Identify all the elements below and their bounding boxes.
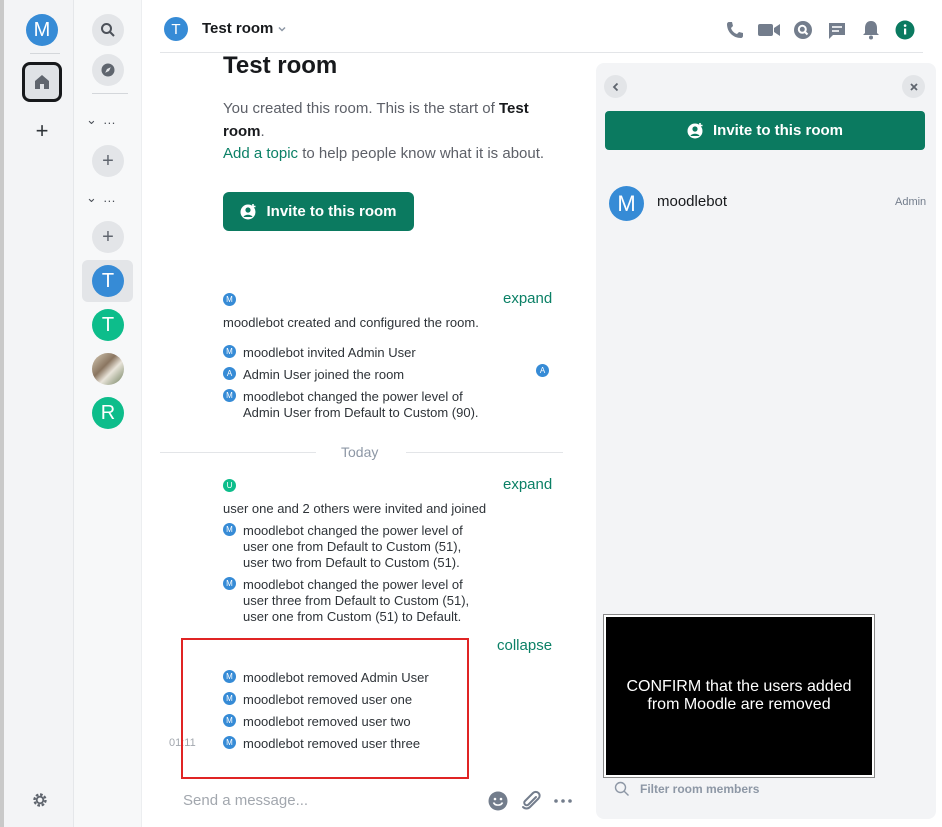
highlight-annotation-box [181,638,469,779]
room-avatar-photo[interactable] [92,353,124,385]
room-name: Test room [202,20,274,37]
member-avatar: M [609,186,644,221]
section-header-2[interactable]: ⌄ … [86,190,116,206]
event-avatar: M [223,293,236,306]
back-button[interactable] [604,75,627,98]
room-info-button[interactable] [892,17,918,43]
emoji-icon [488,791,508,811]
expand-link-2[interactable]: expand [503,476,552,493]
member-list-item[interactable]: M moodlebot Admin [605,183,927,223]
invite-button-label: Invite to this room [266,203,397,220]
read-receipt-avatar[interactable]: A [536,364,549,377]
chevron-down-icon [278,26,286,32]
add-topic-link[interactable]: Add a topic [223,145,298,162]
add-user-icon [687,122,703,138]
event-text: moodlebot invited Admin User [243,345,416,360]
event-text: Admin User joined the room [243,367,405,382]
quick-settings-button[interactable] [31,791,49,814]
member-role: Admin [895,196,927,208]
message-composer-input[interactable]: Send a message... [183,792,473,812]
section-label: … [102,112,116,127]
home-button[interactable] [22,62,62,102]
user-avatar[interactable]: M [26,14,58,46]
chevron-left-icon [612,82,618,91]
notifications-button[interactable] [858,17,884,43]
filter-placeholder: Filter room members [640,782,760,796]
threads-button[interactable] [824,17,850,43]
intro-prefix: You created this room. This is the start… [223,100,499,117]
expand-link-1[interactable]: expand [503,290,552,307]
ellipsis-icon [554,799,572,803]
room-avatar-r[interactable]: R [92,397,124,429]
event-avatar: M [223,389,236,402]
gear-icon [33,793,47,807]
event-text: moodlebot changed the power level of use… [243,523,463,570]
collapse-link[interactable]: collapse [497,637,552,654]
invite-button[interactable]: Invite to this room [223,192,414,231]
date-divider-right [406,452,563,453]
room-avatar-t[interactable]: T [92,309,124,341]
compass-icon [101,63,115,77]
create-space-button[interactable]: + [32,118,52,143]
member-name: moodlebot [657,193,728,210]
event-avatar: M [223,523,236,536]
room-intro-title: Test room [223,52,338,79]
intro-suffix: . [260,122,265,140]
divider [30,53,60,54]
search-icon [101,23,115,37]
event-avatar: M [223,345,236,358]
group-summary-2: user one and 2 others were invited and j… [223,501,487,516]
add-room-button-2[interactable]: + [92,221,124,253]
date-divider-left [160,452,316,453]
section-header-1[interactable]: ⌄ … [86,112,116,128]
close-panel-button[interactable] [902,75,925,98]
event-text: moodlebot changed the power level of use… [243,577,470,624]
chevron-down-icon: ⌄ [86,112,97,127]
video-call-button[interactable] [756,17,782,43]
search-button[interactable] [92,14,124,46]
date-separator: Today [341,444,379,460]
room-search-button[interactable] [790,17,816,43]
event-avatar: U [223,479,236,492]
threads-icon [829,23,845,39]
emoji-button[interactable] [488,791,508,816]
paperclip-icon [522,790,541,810]
bell-icon [863,21,879,40]
add-user-icon [240,203,256,219]
panel-invite-label: Invite to this room [712,122,843,139]
filter-members-input[interactable]: Filter room members [614,781,759,797]
explore-button[interactable] [92,54,124,86]
event-avatar: A [223,367,236,380]
event-text: moodlebot changed the power level of Adm… [243,389,479,420]
room-header-avatar[interactable]: T [164,17,188,41]
video-icon [758,24,780,36]
info-icon [895,20,915,40]
attach-button[interactable] [520,790,542,817]
annotation-overlay: CONFIRM that the users added from Moodle… [604,615,874,777]
voice-call-button[interactable] [722,17,748,43]
room-intro-text: You created this room. This is the start… [223,98,563,166]
room-name-button[interactable]: Test room [202,20,287,37]
event-avatar: M [223,577,236,590]
more-options-button[interactable] [553,791,573,816]
close-icon [909,82,918,91]
section-label: … [102,190,116,205]
divider [92,93,128,94]
panel-invite-button[interactable]: Invite to this room [605,111,925,150]
search-icon [614,781,629,796]
room-avatar-test-room[interactable]: T [92,265,124,297]
topic-suffix: to help people know what it is about. [298,145,545,162]
add-room-button-1[interactable]: + [92,145,124,177]
home-icon [35,75,49,89]
phone-icon [727,22,743,38]
group-summary-1: moodlebot created and configured the roo… [223,315,479,330]
search-icon [794,21,812,39]
chevron-down-icon: ⌄ [86,190,97,205]
